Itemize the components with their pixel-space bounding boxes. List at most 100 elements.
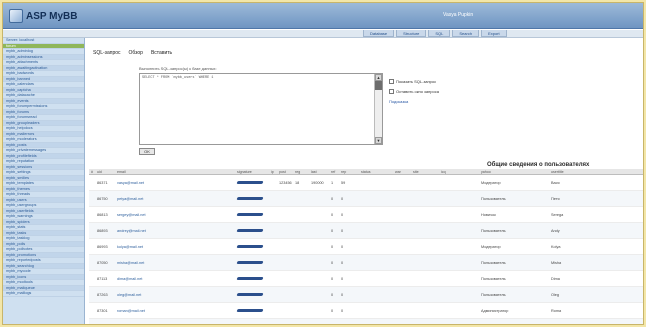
table-cell[interactable]: vasya@mail.net bbox=[115, 181, 235, 185]
table-cell[interactable]: kolya@mail.net bbox=[115, 245, 235, 249]
column-header[interactable]: war bbox=[393, 169, 411, 174]
option-show-query[interactable]: Показать SQL-запрос bbox=[389, 76, 499, 86]
table-cell: 123456 bbox=[279, 180, 292, 185]
table-cell: Oleg bbox=[551, 292, 560, 297]
sql-query-box[interactable]: SELECT * FROM `mybb_users` WHERE 1 ▲ ▼ bbox=[139, 73, 383, 145]
tab-browse[interactable]: Обзор bbox=[129, 50, 143, 56]
column-header[interactable]: ip bbox=[269, 169, 277, 174]
signature-image bbox=[235, 260, 269, 265]
table-cell: 0 bbox=[341, 196, 344, 201]
tab-sql[interactable]: SQL bbox=[428, 30, 451, 37]
toolbar: Database Structure SQL Search Export bbox=[3, 30, 643, 38]
table-cell: 59 bbox=[341, 180, 346, 185]
table-cell: Misha bbox=[551, 260, 562, 265]
table-cell[interactable]: roman@mail.net bbox=[115, 309, 235, 313]
scroll-up-icon[interactable]: ▲ bbox=[375, 74, 382, 81]
table-cell: 0 bbox=[341, 212, 344, 217]
column-header[interactable]: ref bbox=[329, 169, 339, 174]
table-row[interactable]: 86893 andrey@mail.net 0 0 Пользователь Andy bbox=[89, 223, 643, 239]
table-cell: 190000 bbox=[311, 180, 324, 185]
sql-tabs: SQL-запрос Обзор Вставить bbox=[93, 50, 172, 56]
table-cell: 1 bbox=[331, 180, 334, 185]
sql-query-input[interactable]: SELECT * FROM `mybb_users` WHERE 1 bbox=[140, 74, 382, 144]
column-header[interactable]: site bbox=[411, 169, 439, 174]
table-row[interactable]: 87399nikita@mail.net 00 ПользовательNikita bbox=[89, 319, 644, 326]
column-header[interactable]: yahoo bbox=[479, 169, 549, 174]
signature-image bbox=[235, 276, 269, 281]
tab-sql-query[interactable]: SQL-запрос bbox=[93, 50, 121, 56]
column-header[interactable]: rep bbox=[339, 169, 359, 174]
signature-icon bbox=[236, 260, 264, 264]
table-row[interactable]: 86813 sergey@mail.net 0 0 Новичок Serega bbox=[89, 207, 643, 223]
table-cell: 0 bbox=[331, 292, 334, 297]
column-header[interactable]: reg bbox=[293, 169, 309, 174]
table-cell[interactable]: petya@mail.net bbox=[115, 197, 235, 201]
table-cell: 0 bbox=[341, 292, 344, 297]
table-row[interactable]: 87113 dima@mail.net 0 0 Пользователь Dima bbox=[89, 271, 643, 287]
table-cell[interactable]: nikita@mail.net bbox=[115, 325, 235, 326]
table-cell: Модератор bbox=[481, 180, 501, 185]
table-cell: 0 bbox=[341, 260, 344, 265]
table-cell: 87399 bbox=[95, 325, 115, 326]
table-cell: Serega bbox=[551, 212, 564, 217]
signature-image bbox=[235, 196, 269, 201]
table-cell: 87050 bbox=[97, 260, 108, 265]
table-cell[interactable]: sergey@mail.net bbox=[115, 213, 235, 217]
column-header[interactable]: email bbox=[115, 169, 235, 174]
table-cell: 0 bbox=[341, 276, 344, 281]
table-cell: 0 bbox=[341, 308, 344, 313]
tab-insert[interactable]: Вставить bbox=[151, 50, 172, 56]
table-cell: Модератор bbox=[481, 244, 501, 249]
sidebar-item[interactable]: mybb_maillogs bbox=[3, 291, 84, 297]
table-row[interactable]: 87050 misha@mail.net 0 0 Пользователь Misha bbox=[89, 255, 643, 271]
tab-search[interactable]: Search bbox=[452, 30, 480, 37]
table-cell[interactable]: misha@mail.net bbox=[115, 261, 235, 265]
help-link[interactable]: Подсказка bbox=[389, 99, 499, 104]
sql-scrollbar[interactable]: ▲ ▼ bbox=[374, 74, 382, 144]
tab-database[interactable]: Database bbox=[363, 30, 395, 37]
table-cell: Пользователь bbox=[481, 196, 506, 201]
table-cell: 86893 bbox=[97, 228, 108, 233]
table-cell: Пользователь bbox=[479, 325, 549, 326]
column-header[interactable]: usertitle bbox=[549, 169, 643, 174]
table-cell: 0 bbox=[331, 228, 334, 233]
tab-export[interactable]: Export bbox=[481, 30, 507, 37]
table-cell: Петя bbox=[551, 196, 560, 201]
table-cell: 0 bbox=[331, 244, 334, 249]
go-button[interactable]: OK bbox=[139, 148, 155, 155]
user-info[interactable]: Vasya Pupkin bbox=[443, 12, 473, 18]
table-cell: Пользователь bbox=[481, 276, 506, 281]
column-header[interactable]: status bbox=[359, 169, 393, 174]
tab-structure[interactable]: Structure bbox=[396, 30, 427, 37]
header-bar: ASP MyBB Vasya Pupkin bbox=[3, 3, 643, 29]
column-header[interactable]: uid bbox=[95, 169, 115, 174]
table-row[interactable]: 87301 roman@mail.net 0 0 Администратор Roma bbox=[89, 303, 643, 319]
signature-icon bbox=[236, 276, 264, 280]
table-cell: Вася bbox=[551, 180, 560, 185]
column-header[interactable]: last bbox=[309, 169, 329, 174]
checkbox[interactable] bbox=[389, 78, 394, 84]
column-header[interactable]: signature bbox=[235, 169, 269, 174]
column-header[interactable]: icq bbox=[439, 169, 479, 174]
table-cell: 86813 bbox=[97, 212, 108, 217]
option-keep-window[interactable]: Оставить окно запроса bbox=[389, 86, 499, 96]
table-cell[interactable]: dima@mail.net bbox=[115, 277, 235, 281]
table-row[interactable]: 86750 petya@mail.net 0 0 Пользователь Петя bbox=[89, 191, 643, 207]
table-row[interactable]: 87263 oleg@mail.net 0 0 Пользователь Oleg bbox=[89, 287, 643, 303]
table-row[interactable]: 86371 vasya@mail.net 123456 18 190000 1 59 Моде… bbox=[89, 175, 643, 191]
table-cell: Nikita bbox=[549, 325, 644, 326]
checkbox[interactable] bbox=[389, 88, 394, 94]
table-cell: 0 bbox=[331, 196, 334, 201]
table-cell: 87263 bbox=[97, 292, 108, 297]
signature-icon bbox=[236, 244, 264, 248]
table-cell[interactable]: oleg@mail.net bbox=[115, 293, 235, 297]
column-header[interactable]: post bbox=[277, 169, 293, 174]
table-cell: 86750 bbox=[97, 196, 108, 201]
scroll-thumb[interactable] bbox=[375, 81, 382, 90]
toolbar-tabs: Database Structure SQL Search Export bbox=[363, 30, 507, 38]
table-row[interactable]: 86993 kolya@mail.net 0 0 Модератор Kolya bbox=[89, 239, 643, 255]
scroll-down-icon[interactable]: ▼ bbox=[375, 137, 382, 144]
signature-icon bbox=[237, 325, 264, 326]
table-cell[interactable]: andrey@mail.net bbox=[115, 229, 235, 233]
table-cell: 0 bbox=[331, 260, 334, 265]
